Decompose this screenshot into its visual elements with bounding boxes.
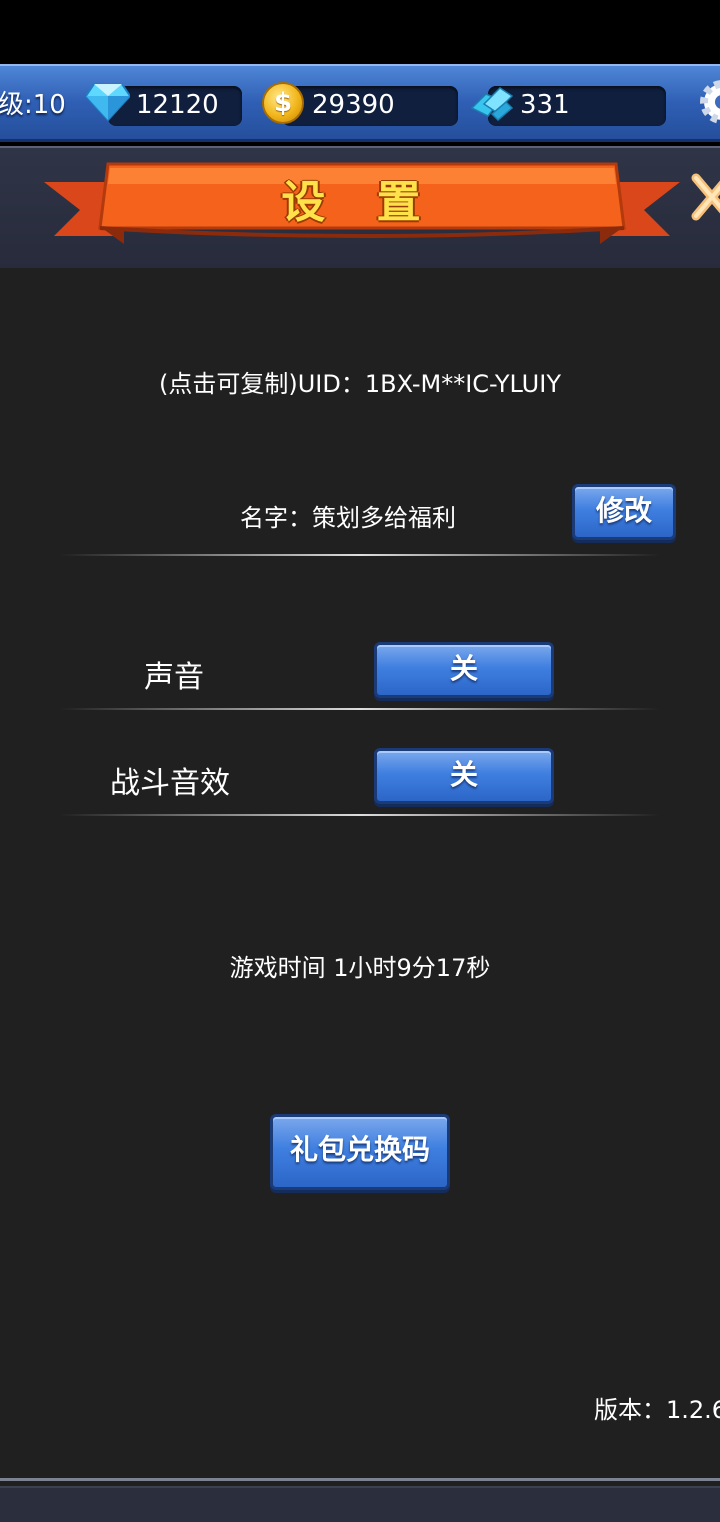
player-level: 级:10 — [0, 90, 66, 120]
gold-value: 29390 — [312, 90, 395, 120]
rename-button[interactable]: 修改 — [572, 484, 676, 540]
gold-coin-icon: $ — [262, 82, 304, 124]
page-title: 设 置 — [281, 177, 439, 228]
diamond-icon — [86, 83, 130, 122]
gear-icon[interactable] — [696, 76, 720, 128]
sound-toggle-button[interactable]: 关 — [374, 642, 554, 698]
divider — [60, 814, 660, 816]
divider — [60, 554, 660, 556]
settings-body: (点击可复制)UID：1BX-M**IC-YLUIY 名字：策划多给福利 修改 … — [0, 268, 720, 1481]
settings-header: 设 置 — [0, 146, 720, 273]
crystal-value: 331 — [520, 90, 570, 120]
version-text: 版本：1.2.6 — [594, 1396, 720, 1424]
status-bar — [0, 0, 720, 64]
diamond-value: 12120 — [136, 90, 219, 120]
play-time-text: 游戏时间 1小时9分17秒 — [229, 954, 491, 982]
crystal-icon — [470, 87, 514, 122]
player-name-text: 名字：策划多给福利 — [240, 504, 456, 532]
crystal-counter: 331 — [488, 86, 666, 126]
uid-copy-text[interactable]: (点击可复制)UID：1BX-M**IC-YLUIY — [0, 364, 720, 399]
divider — [60, 708, 660, 710]
sound-label: 声音 — [144, 660, 204, 695]
gold-counter: 29390 — [282, 86, 458, 126]
gift-code-button[interactable]: 礼包兑换码 — [270, 1114, 450, 1190]
settings-panel: 设 置 (点击可复制)UID：1BX-M**IC-YLUIY 名字：策划多给福利… — [0, 146, 720, 1486]
bottom-bar — [0, 1486, 720, 1522]
battle-sfx-toggle-button[interactable]: 关 — [374, 748, 554, 804]
battle-sfx-label: 战斗音效 — [110, 766, 230, 801]
close-icon[interactable] — [688, 170, 720, 230]
